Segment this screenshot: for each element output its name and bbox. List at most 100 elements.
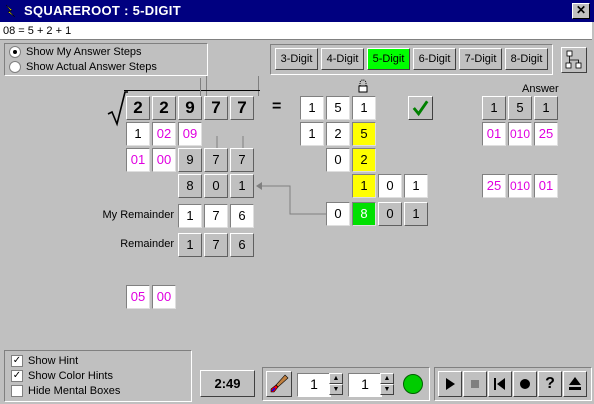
question-icon: ? — [545, 375, 555, 392]
equation-bar: 08 = 5 + 2 + 1 — [0, 22, 592, 40]
my-remainder-cell[interactable]: 7 — [204, 204, 228, 228]
work-cell[interactable]: 0 — [326, 148, 350, 172]
divider — [258, 76, 259, 96]
answer-digit: 1 — [482, 96, 506, 120]
answer-cell: 25 — [482, 174, 506, 198]
play-icon — [446, 378, 455, 390]
work-cell[interactable]: 0 — [326, 202, 350, 226]
work-cell-active[interactable]: 8 — [352, 202, 376, 226]
show-color-hints-label: Show Color Hints — [28, 370, 113, 382]
digit-8-button[interactable]: 8-Digit — [505, 48, 548, 70]
result-digit[interactable]: 1 — [300, 96, 324, 120]
spin-up-button[interactable]: ▲ — [329, 373, 343, 384]
work-cell[interactable]: 09 — [178, 122, 202, 146]
hints-group: ✓ Show Hint ✓ Show Color Hints Hide Mental… — [4, 350, 192, 402]
show-color-hints-option[interactable]: ✓ Show Color Hints — [11, 370, 113, 383]
equals-sign: = — [272, 98, 282, 115]
answer-label: Answer — [522, 83, 559, 95]
tree-view-button[interactable] — [561, 47, 587, 73]
app-icon — [5, 4, 16, 18]
show-actual-steps-option[interactable]: Show Actual Answer Steps — [9, 61, 157, 74]
digit-5-button[interactable]: 5-Digit — [367, 48, 410, 70]
show-hint-label: Show Hint — [28, 355, 79, 367]
spin-down-button[interactable]: ▼ — [380, 384, 394, 395]
my-remainder-label: My Remainder — [102, 209, 174, 221]
paint-brush-button[interactable] — [266, 371, 292, 397]
digit-6-button[interactable]: 6-Digit — [413, 48, 456, 70]
answer-digit: 5 — [508, 96, 532, 120]
work-cell-highlight[interactable]: 5 — [352, 122, 376, 146]
divider — [206, 76, 207, 96]
work-cell[interactable]: 1 — [404, 174, 428, 198]
play-button[interactable] — [438, 371, 462, 397]
remainder-label: Remainder — [120, 238, 174, 250]
work-cell[interactable]: 00 — [152, 148, 176, 172]
checkbox-checked-icon[interactable]: ✓ — [11, 355, 23, 368]
eject-button[interactable] — [563, 371, 587, 397]
hide-mental-label: Hide Mental Boxes — [28, 385, 121, 397]
my-remainder-cell[interactable]: 1 — [178, 204, 202, 228]
work-cell[interactable]: 2 — [326, 122, 350, 146]
answer-cell: 01 — [482, 122, 506, 146]
radicand-digit: 2 — [152, 96, 176, 120]
result-digit[interactable]: 5 — [326, 96, 350, 120]
window-title: SQUAREROOT : 5-DIGIT — [24, 3, 181, 18]
help-button[interactable]: ? — [538, 371, 562, 397]
remainder-cell: 6 — [230, 233, 254, 257]
work-cell-highlight[interactable]: 2 — [352, 148, 376, 172]
work-cell[interactable]: 01 — [126, 148, 150, 172]
checkbox-unchecked-icon[interactable] — [11, 385, 23, 398]
lock-icon — [358, 79, 368, 93]
spin-up-button[interactable]: ▲ — [380, 373, 394, 384]
work-cell[interactable]: 1 — [126, 122, 150, 146]
square-root-icon — [107, 91, 128, 127]
close-button[interactable]: ✕ — [572, 3, 590, 19]
check-answer-button[interactable] — [408, 96, 433, 120]
spin-value-1[interactable]: 1 — [297, 373, 331, 397]
show-hint-option[interactable]: ✓ Show Hint — [11, 355, 79, 368]
answer-cell: 010 — [508, 174, 532, 198]
stop-icon — [471, 380, 479, 388]
tree-icon — [565, 50, 582, 69]
radicand-digit: 9 — [178, 96, 202, 120]
radicand-digit: 7 — [204, 96, 228, 120]
remainder-cell: 7 — [204, 233, 228, 257]
work-cell: 0 — [378, 202, 402, 226]
show-my-steps-option[interactable]: Show My Answer Steps — [9, 46, 142, 59]
answer-digit: 1 — [534, 96, 558, 120]
work-cell-highlight[interactable]: 1 — [352, 174, 376, 198]
spin-value-2[interactable]: 1 — [348, 373, 382, 397]
record-icon — [520, 379, 530, 389]
title-bar: SQUAREROOT : 5-DIGIT ✕ — [0, 0, 594, 22]
status-light-icon — [403, 374, 423, 394]
work-cell: 1 — [404, 202, 428, 226]
radio-selected-icon[interactable] — [9, 46, 21, 59]
checkbox-checked-icon[interactable]: ✓ — [11, 370, 23, 383]
result-digit[interactable]: 1 — [352, 96, 376, 120]
hide-mental-option[interactable]: Hide Mental Boxes — [11, 385, 121, 398]
digit-7-button[interactable]: 7-Digit — [459, 48, 502, 70]
work-cell: 7 — [230, 148, 254, 172]
answer-steps-group: Show My Answer Steps Show Actual Answer … — [4, 43, 208, 76]
answer-cell: 25 — [534, 122, 558, 146]
work-cell: 8 — [178, 174, 202, 198]
spin-down-button[interactable]: ▼ — [329, 384, 343, 395]
work-cell[interactable]: 05 — [126, 285, 150, 309]
eject-icon — [569, 377, 581, 390]
work-cell[interactable]: 1 — [300, 122, 324, 146]
digit-3-button[interactable]: 3-Digit — [275, 48, 318, 70]
my-remainder-cell[interactable]: 6 — [230, 204, 254, 228]
radicand-digit: 7 — [230, 96, 254, 120]
work-cell[interactable]: 0 — [378, 174, 402, 198]
stop-button[interactable] — [463, 371, 487, 397]
work-cell[interactable]: 02 — [152, 122, 176, 146]
work-cell[interactable]: 00 — [152, 285, 176, 309]
work-cell: 0 — [204, 174, 228, 198]
record-button[interactable] — [513, 371, 537, 397]
work-cell: 9 — [178, 148, 202, 172]
show-my-steps-label: Show My Answer Steps — [26, 46, 142, 58]
paint-brush-icon — [270, 374, 289, 393]
radio-unselected-icon[interactable] — [9, 61, 21, 74]
rewind-button[interactable] — [488, 371, 512, 397]
digit-4-button[interactable]: 4-Digit — [321, 48, 364, 70]
